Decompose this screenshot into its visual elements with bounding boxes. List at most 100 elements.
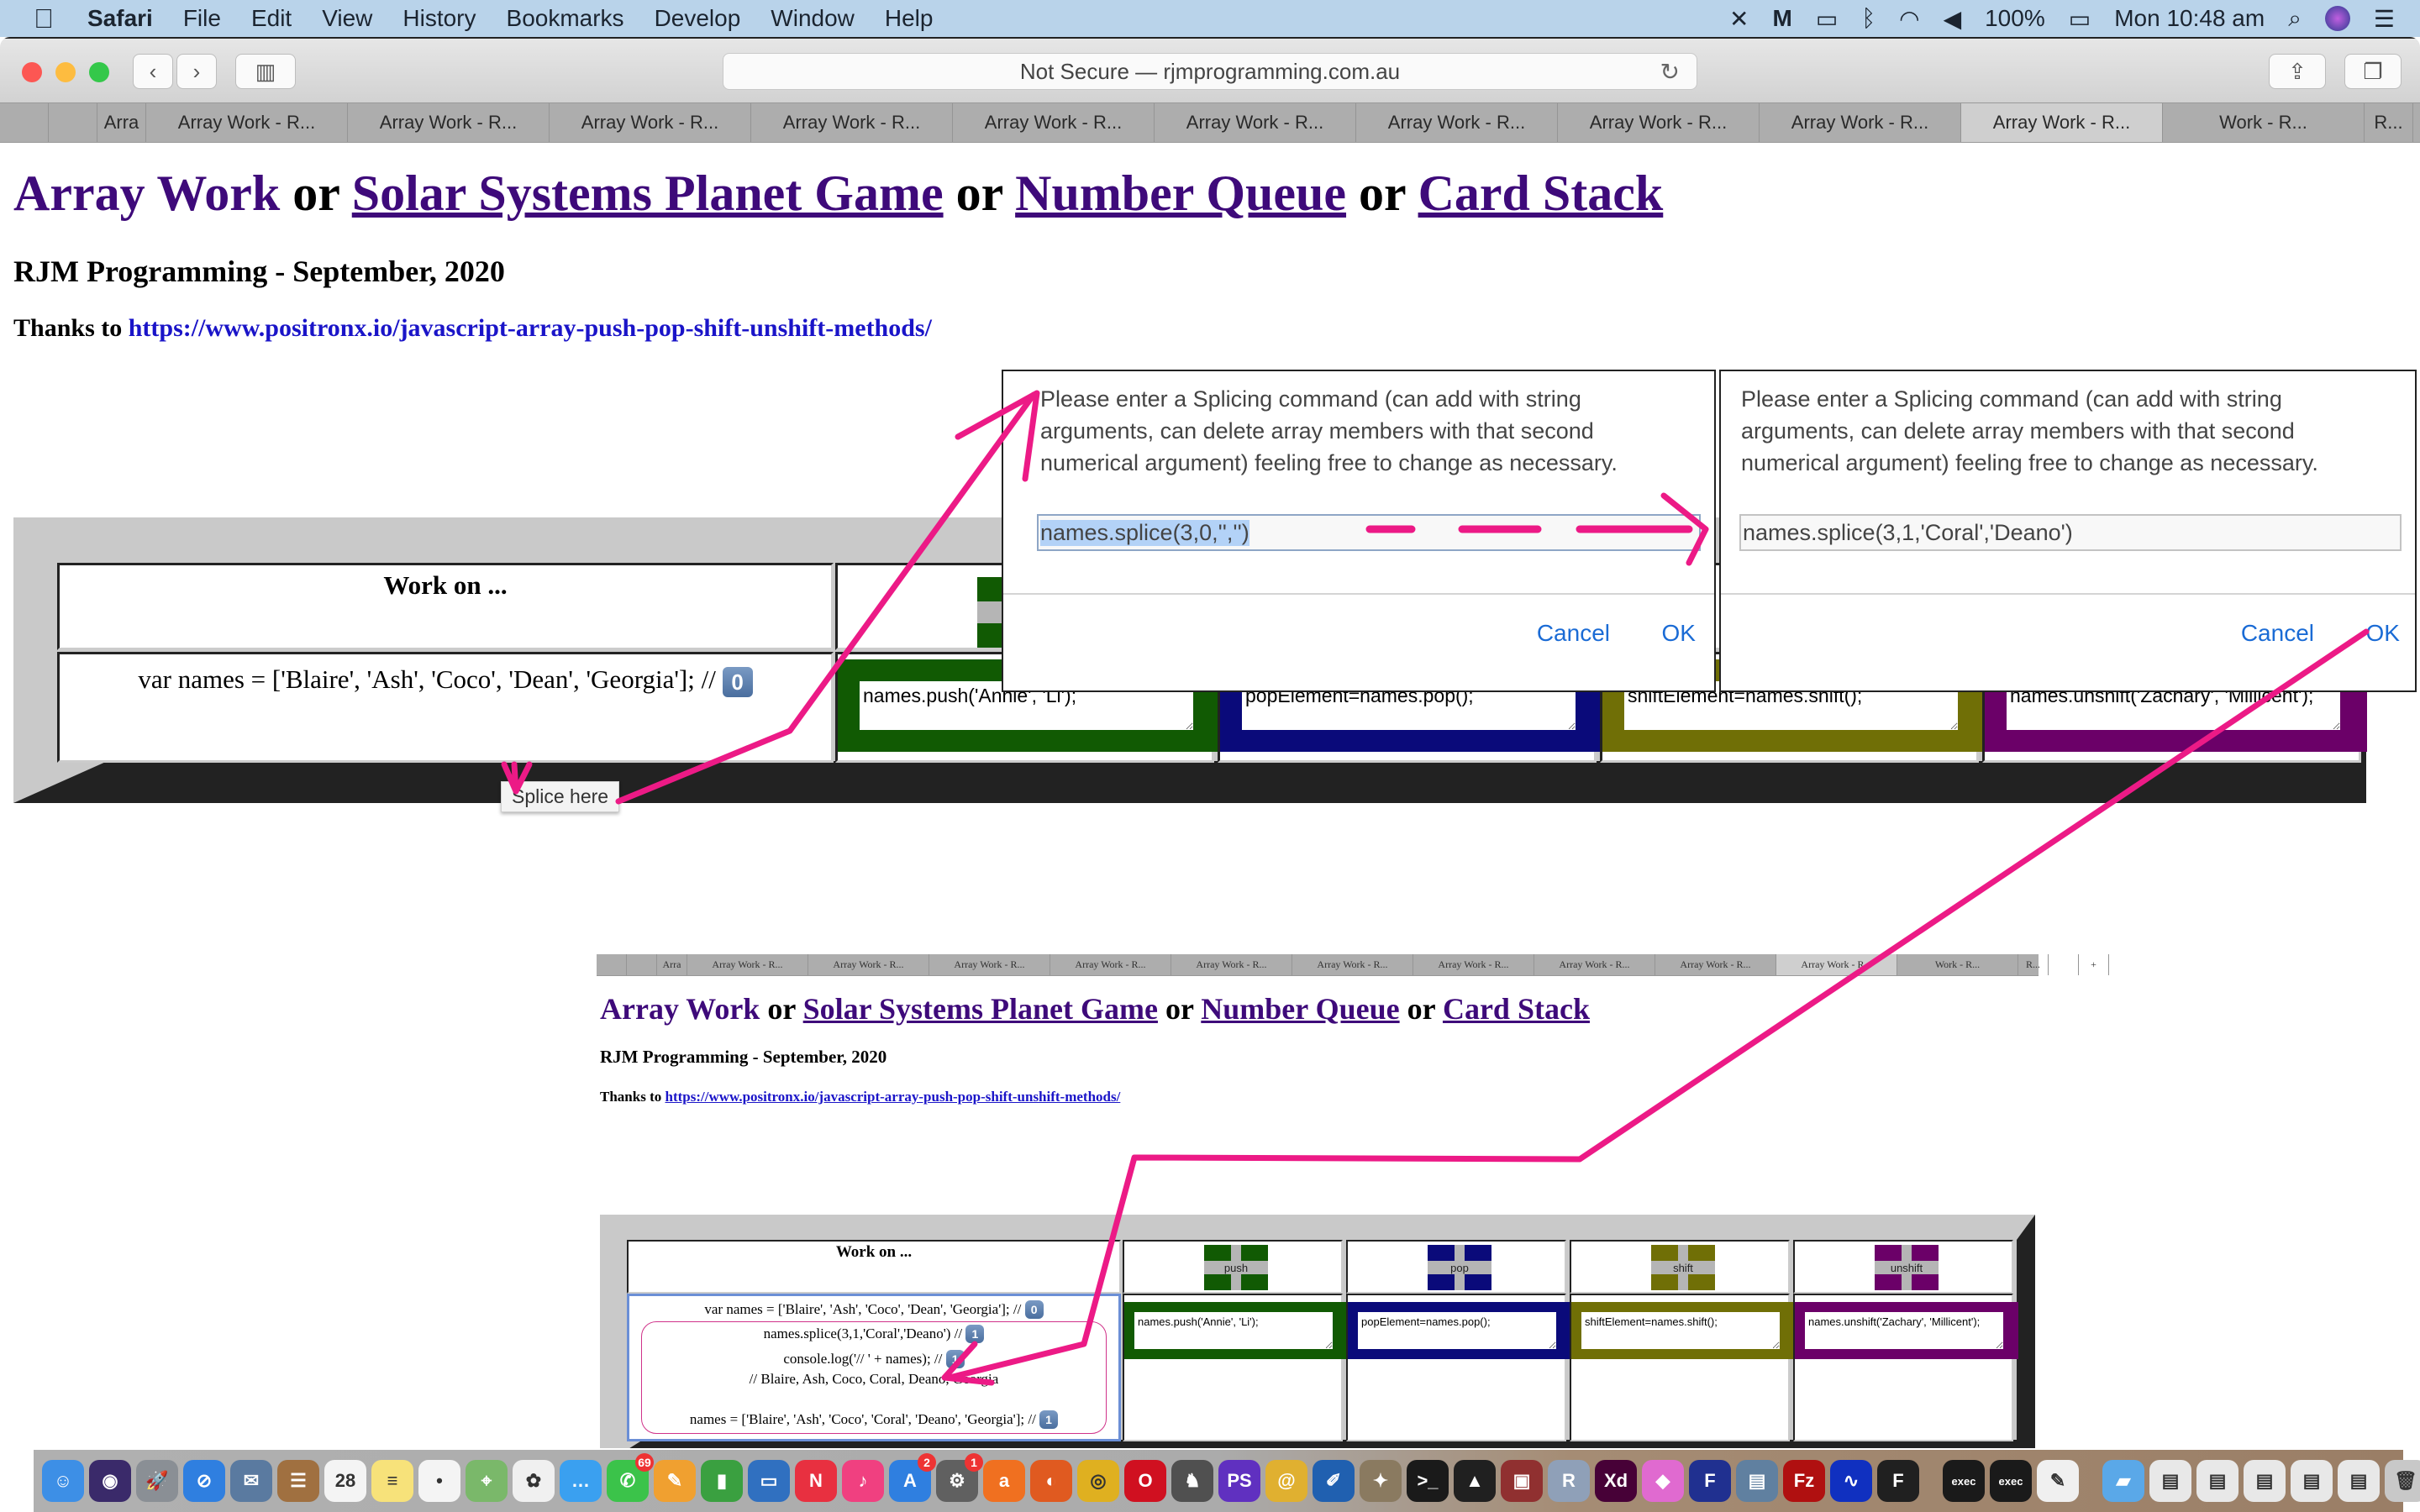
dock-terminal-icon[interactable]: >_ — [1407, 1460, 1449, 1502]
cancel-button[interactable]: Cancel — [1537, 620, 1610, 647]
dock-inkscape-icon[interactable]: ▲ — [1454, 1460, 1496, 1502]
close-window-icon[interactable] — [22, 62, 42, 82]
pop-code-input[interactable] — [1358, 1312, 1556, 1349]
browser-tab[interactable]: Array Work - R... — [348, 103, 550, 142]
dock-eclipse-icon[interactable]: @ — [1265, 1460, 1307, 1502]
clock[interactable]: Mon 10:48 am — [2114, 5, 2265, 32]
dock-avast-icon[interactable]: a — [983, 1460, 1025, 1502]
browser-tab[interactable]: Array Work - R... — [751, 103, 953, 142]
pop-button-icon[interactable]: pop — [1428, 1245, 1491, 1290]
browser-tab[interactable]: Arra — [97, 103, 146, 142]
back-button[interactable]: ‹ — [133, 54, 173, 89]
dock-safari-icon[interactable]: ⊘ — [183, 1460, 225, 1502]
dock-photos-icon[interactable]: ✿ — [513, 1460, 555, 1502]
dock-flowchart-icon[interactable]: F — [1689, 1460, 1731, 1502]
browser-tab[interactable] — [49, 103, 97, 142]
battery-icon[interactable]: ▭ — [2069, 5, 2091, 33]
dock-preview-icon[interactable]: ▤ — [1736, 1460, 1778, 1502]
dock-facetime-icon[interactable]: ✆ 69 — [607, 1453, 654, 1502]
dock-firefox-icon[interactable]: ◐ — [1030, 1460, 1072, 1502]
dock-phpstorm-icon[interactable]: PS — [1218, 1460, 1260, 1502]
ok-button[interactable]: OK — [2366, 620, 2400, 647]
dock-mamp-icon[interactable]: ♞ — [1171, 1460, 1213, 1502]
dock-contacts-icon[interactable]: ☰ — [277, 1460, 319, 1502]
thanks-link[interactable]: https://www.positronx.io/javascript-arra… — [129, 314, 932, 342]
browser-tab[interactable]: Array Work - R... — [550, 103, 751, 142]
menu-develop[interactable]: Develop — [655, 5, 741, 32]
forward-button[interactable]: › — [176, 54, 217, 89]
browser-tab[interactable]: Array Work - R... — [1356, 103, 1558, 142]
shift-button-icon[interactable]: shift — [1651, 1245, 1715, 1290]
unshift-button-icon[interactable]: unshift — [1875, 1245, 1939, 1290]
dock-sketch-icon[interactable]: ◆ — [1642, 1460, 1684, 1502]
dock-pages-icon[interactable]: ✎ — [654, 1460, 696, 1502]
browser-tab[interactable]: Array Work - R... — [1155, 103, 1356, 142]
browser-tab[interactable]: Array Work - R... — [953, 103, 1155, 142]
dock-reminders-icon[interactable]: • — [418, 1460, 460, 1502]
sidebar-button[interactable]: ▥ — [235, 54, 296, 89]
push-button-icon[interactable]: push — [1204, 1245, 1268, 1290]
browser-tab[interactable]: R... — [2365, 103, 2413, 142]
browser-tab[interactable] — [2413, 103, 2420, 142]
dock-textedit-icon[interactable]: ✎ — [2037, 1460, 2079, 1502]
airplay-icon[interactable]: ▭ — [1816, 5, 1838, 33]
browser-tab[interactable]: Work - R... — [2163, 103, 2365, 142]
browser-tab[interactable]: Array Work - R... — [1760, 103, 1961, 142]
dock-photo-booth-icon[interactable]: ▣ — [1501, 1460, 1543, 1502]
dock-launchpad-icon[interactable]: 🚀 — [136, 1460, 178, 1502]
apple-menu-icon[interactable]:  — [34, 3, 54, 34]
tab-overview-button[interactable]: ❐ — [2344, 54, 2402, 89]
dock-mail-icon[interactable]: ✉ — [230, 1460, 272, 1502]
inset-thanks-link[interactable]: https://www.positronx.io/javascript-arra… — [665, 1089, 1120, 1105]
inset-work-on-cell[interactable]: var names = ['Blaire', 'Ash', 'Coco', 'D… — [627, 1294, 1121, 1441]
dock-gimp-icon[interactable]: ✦ — [1360, 1460, 1402, 1502]
menu-app-name[interactable]: Safari — [87, 5, 153, 32]
browser-tab[interactable]: Array Work - R... — [1558, 103, 1760, 142]
ok-button[interactable]: OK — [1662, 620, 1696, 647]
dock-chrome-icon[interactable]: ◎ — [1077, 1460, 1119, 1502]
reload-icon[interactable]: ↻ — [1660, 58, 1680, 86]
dock-maps-icon[interactable]: ⌖ — [466, 1460, 508, 1502]
dock-f-app-icon[interactable]: F — [1877, 1460, 1919, 1502]
avast-icon[interactable]: ✕ — [1729, 5, 1749, 33]
link-card-stack[interactable]: Card Stack — [1418, 165, 1664, 221]
dock-window-5-icon[interactable]: ▤ — [2338, 1460, 2380, 1502]
link-solar-systems[interactable]: Solar Systems Planet Game — [352, 165, 944, 221]
malwarebytes-icon[interactable]: M — [1773, 5, 1792, 32]
menu-edit[interactable]: Edit — [251, 5, 292, 32]
spotlight-icon[interactable]: ⌕ — [2288, 5, 2302, 33]
inset-link-card-stack[interactable]: Card Stack — [1443, 992, 1590, 1026]
zoom-window-icon[interactable] — [89, 62, 109, 82]
cancel-button[interactable]: Cancel — [2241, 620, 2314, 647]
dock-xcode-icon[interactable]: ✐ — [1313, 1460, 1355, 1502]
inset-link-solar[interactable]: Solar Systems Planet Game — [803, 992, 1158, 1026]
siri-icon[interactable] — [2324, 6, 2350, 31]
dock-window-4-icon[interactable]: ▤ — [2291, 1460, 2333, 1502]
splice-command-input[interactable]: names.splice(3,1,'Coral','Deano') — [1739, 514, 2402, 551]
splice-command-input[interactable]: names.splice(3,0,'','') — [1037, 514, 1701, 551]
dock-opera-icon[interactable]: O — [1124, 1460, 1166, 1502]
work-on-cell[interactable]: var names = ['Blaire', 'Ash', 'Coco', 'D… — [57, 652, 834, 763]
dock-news-icon[interactable]: N — [795, 1460, 837, 1502]
dock-downloads-folder-icon[interactable]: ▰ — [2102, 1460, 2144, 1502]
menu-help[interactable]: Help — [885, 5, 934, 32]
dock-exec-2-icon[interactable]: exec — [1990, 1460, 2032, 1502]
menu-history[interactable]: History — [402, 5, 476, 32]
address-bar[interactable]: Not Secure — rjmprogramming.com.au ↻ — [723, 53, 1697, 90]
dock-notes-icon[interactable]: ≡ — [371, 1460, 413, 1502]
wifi-icon[interactable]: ◠ — [1899, 5, 1919, 33]
link-number-queue[interactable]: Number Queue — [1015, 165, 1346, 221]
dock-window-1-icon[interactable]: ▤ — [2149, 1460, 2191, 1502]
dock-window-2-icon[interactable]: ▤ — [2196, 1460, 2238, 1502]
push-code-input[interactable] — [1134, 1312, 1333, 1349]
unshift-code-input[interactable] — [1805, 1312, 2003, 1349]
dock-keynote-icon[interactable]: ▭ — [748, 1460, 790, 1502]
dock-siri-icon[interactable]: ◉ — [89, 1460, 131, 1502]
dock-exec-1-icon[interactable]: exec — [1943, 1460, 1985, 1502]
shift-code-input[interactable] — [1581, 1312, 1780, 1349]
dock-numbers-icon[interactable]: ▮ — [701, 1460, 743, 1502]
dock-r-icon[interactable]: R — [1548, 1460, 1590, 1502]
dock-messages-icon[interactable]: … — [560, 1460, 602, 1502]
dock-adobe-xd-icon[interactable]: Xd — [1595, 1460, 1637, 1502]
dock-window-3-icon[interactable]: ▤ — [2244, 1460, 2286, 1502]
